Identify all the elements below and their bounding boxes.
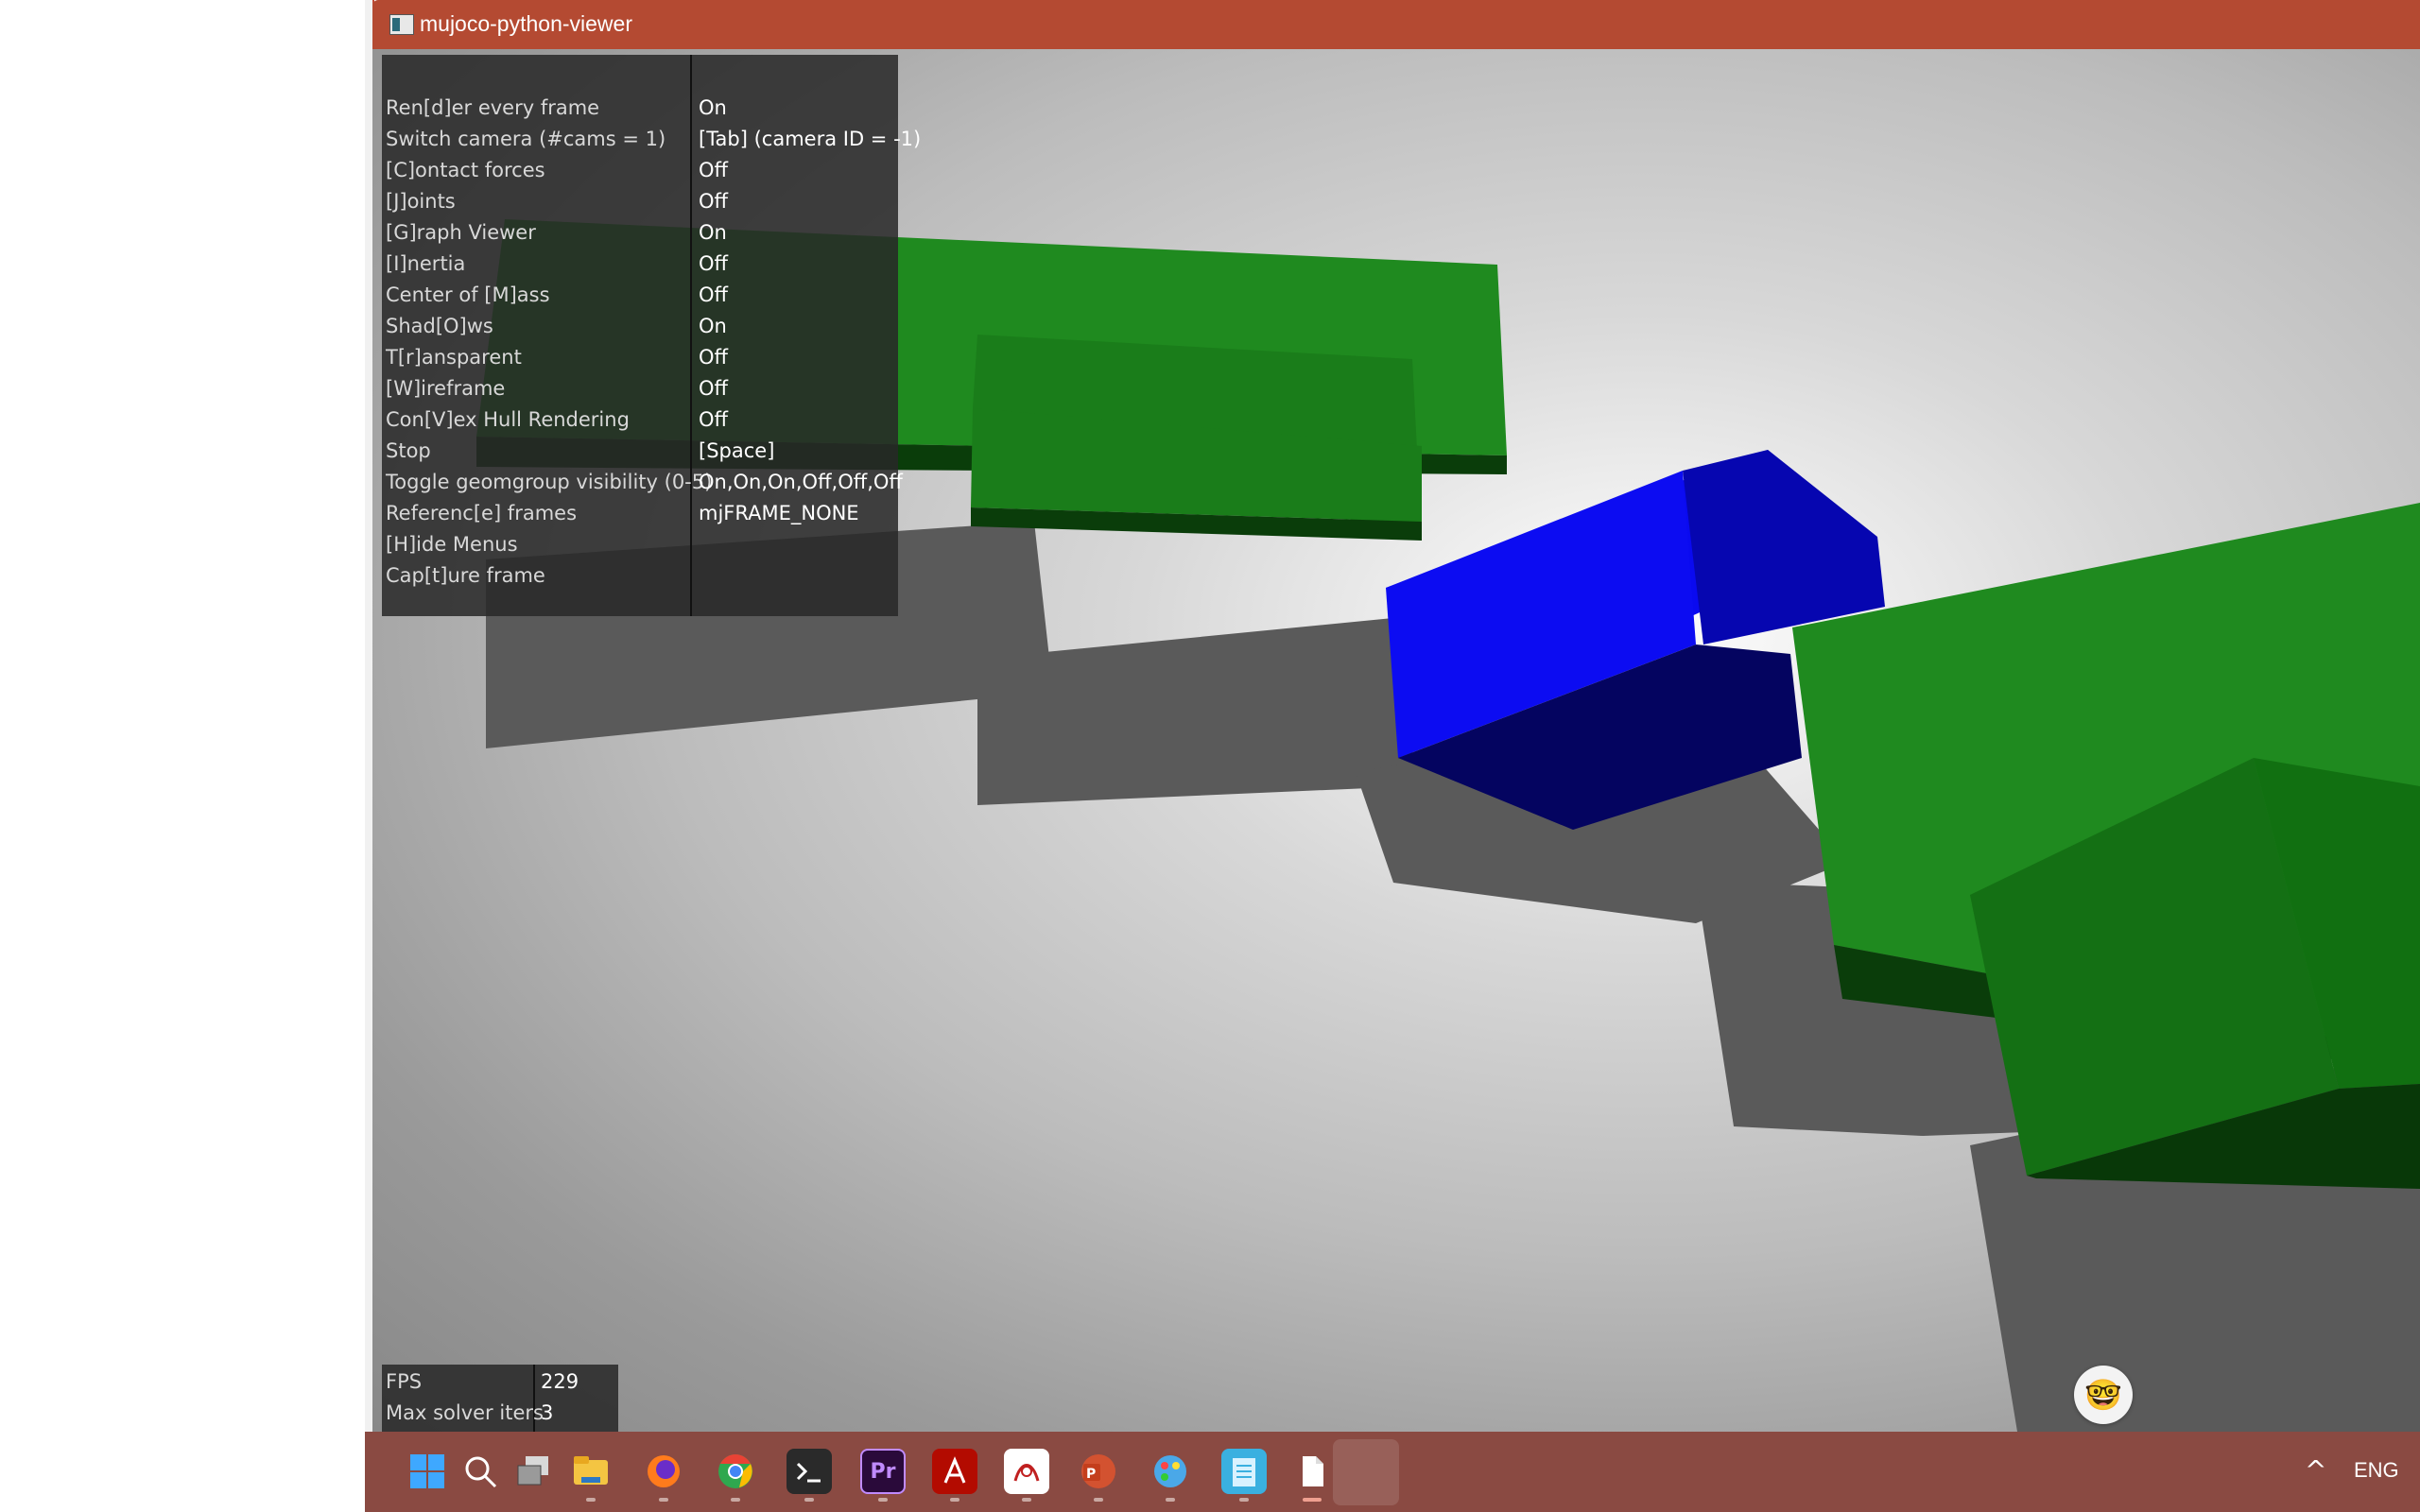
menu-row-label: [W]ireframe bbox=[386, 377, 506, 400]
firefox-icon[interactable] bbox=[641, 1449, 686, 1494]
menu-row[interactable]: [W]ireframe Off bbox=[382, 373, 898, 404]
running-indicator bbox=[1303, 1498, 1322, 1502]
stats-overlay: FPS 229 Max solver iters 3 bbox=[382, 1365, 618, 1432]
app-icon bbox=[389, 14, 414, 35]
menu-row-label: Shad[O]ws bbox=[386, 315, 493, 337]
menu-row[interactable]: Stop [Space] bbox=[382, 436, 898, 467]
desktop-background bbox=[0, 0, 365, 1432]
running-indicator bbox=[659, 1498, 668, 1502]
running-indicator bbox=[878, 1498, 888, 1502]
file-explorer-icon[interactable] bbox=[568, 1449, 614, 1494]
terminal-icon[interactable] bbox=[786, 1449, 832, 1494]
menu-row-value: Off bbox=[699, 190, 728, 213]
fps-label: FPS bbox=[386, 1370, 423, 1393]
solver-value: 3 bbox=[541, 1401, 554, 1424]
menu-row-value: On bbox=[699, 96, 727, 119]
menu-row[interactable]: Center of [M]ass Off bbox=[382, 280, 898, 311]
menu-row-value: Off bbox=[699, 377, 728, 400]
menu-row-value: On,On,On,Off,Off,Off bbox=[699, 471, 903, 493]
sketch-app-icon[interactable] bbox=[1004, 1449, 1049, 1494]
overlay-menu: Ren[d]er every frame On Switch camera (#ca… bbox=[382, 55, 921, 616]
menu-row-label: Switch camera (#cams = 1) bbox=[386, 128, 666, 150]
running-indicator bbox=[804, 1498, 814, 1502]
window-title: mujoco-python-viewer bbox=[420, 11, 632, 36]
running-indicator bbox=[1022, 1498, 1031, 1502]
menu-row-value: On bbox=[699, 221, 727, 244]
menu-row-label: Con[V]ex Hull Rendering bbox=[386, 408, 630, 431]
menu-row[interactable]: [I]nertia Off bbox=[382, 249, 898, 280]
running-indicator bbox=[586, 1498, 596, 1502]
menu-row-label: Cap[t]ure frame bbox=[386, 564, 545, 587]
running-indicator bbox=[1239, 1498, 1249, 1502]
file-icon[interactable] bbox=[1289, 1449, 1335, 1494]
acrobat-icon[interactable] bbox=[932, 1449, 977, 1494]
menu-row-label: [J]oints bbox=[386, 190, 456, 213]
menu-row-value: Off bbox=[699, 252, 728, 275]
menu-row-label: Referenc[e] frames bbox=[386, 502, 578, 524]
title-bar[interactable]: mujoco-python-viewer bbox=[372, 0, 2420, 49]
language-indicator[interactable]: ENG bbox=[2354, 1458, 2399, 1483]
menu-row-value: Off bbox=[699, 408, 728, 431]
chrome-icon[interactable] bbox=[713, 1449, 758, 1494]
menu-row-label: [C]ontact forces bbox=[386, 159, 545, 181]
fps-value: 229 bbox=[541, 1370, 579, 1393]
menu-row-value: Off bbox=[699, 346, 728, 369]
running-indicator bbox=[1166, 1498, 1175, 1502]
solver-label: Max solver iters bbox=[386, 1401, 544, 1424]
running-indicator bbox=[950, 1498, 959, 1502]
running-indicator bbox=[1094, 1498, 1103, 1502]
premiere-pro-icon[interactable]: Pr bbox=[860, 1449, 906, 1494]
menu-row[interactable]: Referenc[e] frames mjFRAME_NONE bbox=[382, 498, 898, 529]
menu-row[interactable]: [G]raph Viewer On bbox=[382, 217, 898, 249]
powerpoint-icon[interactable]: P bbox=[1076, 1449, 1121, 1494]
menu-row-value: [Space] bbox=[699, 439, 775, 462]
paint-icon[interactable] bbox=[1148, 1449, 1193, 1494]
menu-row[interactable]: [C]ontact forces Off bbox=[382, 155, 898, 186]
menu-row[interactable]: Toggle geomgroup visibility (0-5) On,On,O… bbox=[382, 467, 903, 498]
task-view-icon[interactable] bbox=[510, 1449, 556, 1494]
menu-row[interactable]: [J]oints Off bbox=[382, 186, 898, 217]
menu-row[interactable]: Ren[d]er every frame On bbox=[382, 93, 898, 124]
menu-row[interactable]: [H]ide Menus bbox=[382, 529, 898, 560]
menu-row-label: [G]raph Viewer bbox=[386, 221, 536, 244]
notepad-icon[interactable] bbox=[1221, 1449, 1267, 1494]
fps-row: FPS 229 bbox=[382, 1366, 618, 1398]
running-indicator bbox=[731, 1498, 740, 1502]
tray-chevron-icon[interactable]: ^ bbox=[2305, 1454, 2326, 1486]
menu-row-label: Stop bbox=[386, 439, 431, 462]
menu-row-value: mjFRAME_NONE bbox=[699, 502, 859, 524]
menu-row-value: On bbox=[699, 315, 727, 337]
menu-row-value: [Tab] (camera ID = -1) bbox=[699, 128, 922, 150]
menu-row[interactable]: Switch camera (#cams = 1) [Tab] (camera I… bbox=[382, 124, 921, 155]
menu-row-label: Ren[d]er every frame bbox=[386, 96, 600, 119]
menu-row[interactable]: T[r]ansparent Off bbox=[382, 342, 898, 373]
menu-row[interactable]: Con[V]ex Hull Rendering Off bbox=[382, 404, 898, 436]
menu-row[interactable]: Cap[t]ure frame bbox=[382, 560, 898, 592]
menu-row-label: T[r]ansparent bbox=[386, 346, 522, 369]
menu-row-label: [I]nertia bbox=[386, 252, 466, 275]
search-icon[interactable] bbox=[458, 1449, 503, 1494]
menu-row-value: Off bbox=[699, 284, 728, 306]
taskbar: Pr P ^ ENG bbox=[365, 1432, 2420, 1512]
solver-row: Max solver iters 3 bbox=[382, 1398, 618, 1429]
active-app-highlight bbox=[1333, 1439, 1399, 1505]
menu-row-label: Center of [M]ass bbox=[386, 284, 550, 306]
menu-row-label: Toggle geomgroup visibility (0-5) bbox=[386, 471, 713, 493]
menu-row-label: [H]ide Menus bbox=[386, 533, 518, 556]
windows-start-icon[interactable] bbox=[405, 1449, 450, 1494]
svg-text:P: P bbox=[1086, 1467, 1096, 1482]
nerd-face-icon[interactable]: 🤓 bbox=[2074, 1366, 2133, 1424]
menu-row[interactable]: Shad[O]ws On bbox=[382, 311, 898, 342]
viewer-window: mujoco-python-viewer Ren[d]er every fram… bbox=[372, 0, 2420, 1432]
menu-row-value: Off bbox=[699, 159, 728, 181]
3d-viewport[interactable]: Ren[d]er every frame On Switch camera (#ca… bbox=[372, 49, 2420, 1432]
